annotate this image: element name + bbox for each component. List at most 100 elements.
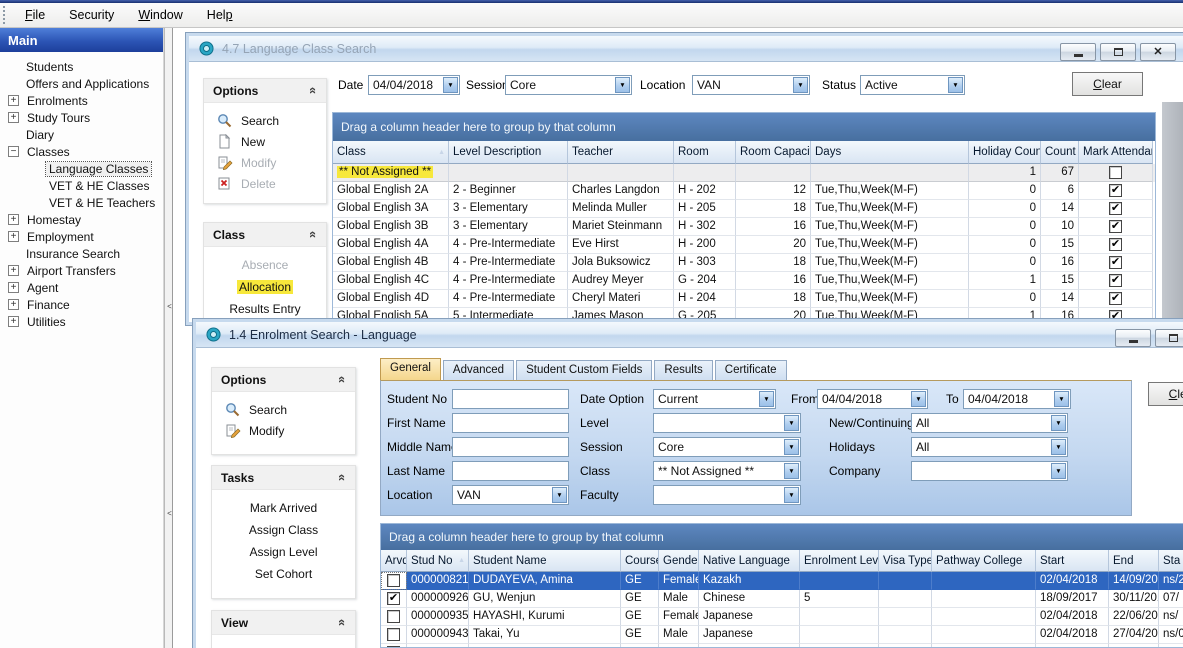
restore-button[interactable] — [1100, 43, 1136, 61]
checkbox-unchecked-icon[interactable] — [1109, 166, 1122, 179]
row-checkbox-cell[interactable]: ✔ — [1079, 254, 1153, 272]
dropdown-arrow-icon[interactable]: ▼ — [784, 463, 799, 479]
column-header-mark-attendar[interactable]: Mark Attendar — [1079, 141, 1153, 164]
company-select[interactable]: ▼ — [911, 461, 1068, 481]
menu-window[interactable]: Window — [130, 5, 190, 25]
checkbox-checked-icon[interactable]: ✔ — [1109, 220, 1122, 233]
column-header-start[interactable]: Start — [1036, 550, 1109, 572]
column-header-room[interactable]: Room — [674, 141, 736, 164]
row-checkbox-cell[interactable]: ✔ — [1079, 272, 1153, 290]
panel-item-absence[interactable]: Absence — [204, 254, 326, 276]
splitter-collapse-icon[interactable]: < — [166, 502, 173, 526]
checkbox-checked-icon[interactable]: ✔ — [1109, 274, 1122, 287]
column-header-end[interactable]: End — [1109, 550, 1159, 572]
expand-icon[interactable]: + — [8, 214, 19, 225]
sidebar-item-airport-transfers[interactable]: +Airport Transfers — [0, 262, 163, 279]
column-header-stud-no[interactable]: Stud No▲ — [407, 550, 469, 572]
options-panel-header[interactable]: Options« — [212, 368, 355, 392]
sidebar-item-classes[interactable]: −Classes — [0, 143, 163, 160]
class-select[interactable]: ** Not Assigned **▼ — [653, 461, 801, 481]
dropdown-arrow-icon[interactable]: ▼ — [1054, 391, 1069, 407]
middle_name-field[interactable] — [452, 437, 569, 457]
checkbox-unchecked-icon[interactable] — [387, 628, 400, 641]
panel-item-search[interactable]: Search — [212, 399, 355, 420]
table-row[interactable]: 0000008213DUDAYEVA, AminaGEFemaleKazakh0… — [381, 572, 1183, 590]
dropdown-arrow-icon[interactable]: ▼ — [784, 487, 799, 503]
column-header-visa-type[interactable]: Visa Type — [879, 550, 932, 572]
table-row[interactable]: Global English 3A3 - ElementaryMelinda M… — [333, 200, 1155, 218]
panel-item-results-entry[interactable]: Results Entry — [204, 298, 326, 320]
panel-item-allocation[interactable]: Allocation — [204, 276, 326, 298]
sidebar-item-finance[interactable]: +Finance — [0, 296, 163, 313]
splitter-collapse-icon[interactable]: < — [166, 295, 173, 319]
dropdown-arrow-icon[interactable]: ▼ — [948, 77, 963, 93]
table-row[interactable]: Global English 4C4 - Pre-IntermediateAud… — [333, 272, 1155, 290]
column-header-student-name[interactable]: Student Name — [469, 550, 621, 572]
table-row[interactable]: 0000009359HAYASHI, KurumiGEFemaleJapanes… — [381, 608, 1183, 626]
view-panel-header[interactable]: View« — [212, 611, 355, 635]
faculty-select[interactable]: ▼ — [653, 485, 801, 505]
collapse-icon[interactable]: − — [8, 146, 19, 157]
sidebar-item-enrolments[interactable]: +Enrolments — [0, 92, 163, 109]
dropdown-arrow-icon[interactable]: ▼ — [443, 77, 458, 93]
column-header-course[interactable]: Course — [621, 550, 659, 572]
date_option-select[interactable]: Current▼ — [653, 389, 776, 409]
panel-item-search[interactable]: Search — [204, 110, 326, 131]
checkbox-unchecked-icon[interactable] — [387, 646, 400, 647]
checkbox-checked-icon[interactable]: ✔ — [1109, 310, 1122, 321]
row-checkbox-cell[interactable] — [1079, 164, 1153, 182]
checkbox-checked-icon[interactable]: ✔ — [1109, 256, 1122, 269]
checkbox-checked-icon[interactable]: ✔ — [387, 592, 400, 605]
column-header-sta[interactable]: Sta — [1159, 550, 1183, 572]
level-select[interactable]: ▼ — [653, 413, 801, 433]
last_name-field[interactable] — [452, 461, 569, 481]
menu-security[interactable]: Security — [61, 5, 122, 25]
expand-icon[interactable]: + — [8, 231, 19, 242]
column-header-days[interactable]: Days — [811, 141, 969, 164]
holidays-select[interactable]: All▼ — [911, 437, 1068, 457]
dropdown-arrow-icon[interactable]: ▼ — [615, 77, 630, 93]
restore-button[interactable] — [1155, 329, 1183, 347]
sidebar-item-vet-he-classes[interactable]: VET & HE Classes — [0, 177, 163, 194]
dropdown-arrow-icon[interactable]: ▼ — [784, 439, 799, 455]
column-header-holiday-count[interactable]: Holiday Count — [969, 141, 1041, 164]
table-row[interactable]: Global English 4A4 - Pre-IntermediateEve… — [333, 236, 1155, 254]
minimize-button[interactable] — [1060, 43, 1096, 61]
table-row[interactable]: ✔0000009262GU, WenjunGEMaleChinese518/09… — [381, 590, 1183, 608]
scrollbar-track[interactable] — [1162, 102, 1183, 322]
sidebar-item-vet-he-teachers[interactable]: VET & HE Teachers — [0, 194, 163, 211]
menu-file[interactable]: File — [17, 5, 53, 25]
sidebar-item-offers-and-applications[interactable]: Offers and Applications — [0, 75, 163, 92]
panel-item-mark-arrived[interactable]: Mark Arrived — [212, 497, 355, 519]
table-row[interactable]: Global English 3B3 - ElementaryMariet St… — [333, 218, 1155, 236]
column-header-room-capacity[interactable]: Room Capacity — [736, 141, 811, 164]
row-checkbox-cell[interactable] — [381, 572, 407, 590]
row-checkbox-cell[interactable]: ✔ — [381, 590, 407, 608]
sidebar-item-diary[interactable]: Diary — [0, 126, 163, 143]
panel-item-assign-class[interactable]: Assign Class — [212, 519, 355, 541]
panel-item-delete[interactable]: Delete — [204, 173, 326, 194]
dropdown-arrow-icon[interactable]: ▼ — [552, 487, 567, 503]
class-panel-header[interactable]: Class« — [204, 223, 326, 247]
checkbox-checked-icon[interactable]: ✔ — [1109, 184, 1122, 197]
sidebar-item-insurance-search[interactable]: Insurance Search — [0, 245, 163, 262]
expand-icon[interactable]: + — [8, 112, 19, 123]
column-header-level-description[interactable]: Level Description — [449, 141, 568, 164]
sidebar-item-students[interactable]: Students — [0, 58, 163, 75]
window1-titlebar[interactable]: 4.7 Language Class Search — [189, 36, 1183, 62]
row-checkbox-cell[interactable]: ✔ — [1079, 290, 1153, 308]
row-checkbox-cell[interactable]: ✔ — [1079, 218, 1153, 236]
dropdown-arrow-icon[interactable]: ▼ — [784, 415, 799, 431]
expand-icon[interactable]: + — [8, 282, 19, 293]
table-row[interactable]: Global English 5A5 - IntermediateJames M… — [333, 308, 1155, 321]
checkbox-checked-icon[interactable]: ✔ — [1109, 202, 1122, 215]
tab-certificate[interactable]: Certificate — [715, 360, 787, 380]
table-row[interactable]: Global English 2A2 - BeginnerCharles Lan… — [333, 182, 1155, 200]
table-row[interactable] — [381, 644, 1183, 647]
location-select[interactable]: VAN▼ — [692, 75, 810, 95]
dropdown-arrow-icon[interactable]: ▼ — [1051, 463, 1066, 479]
column-header-gender[interactable]: Gender — [659, 550, 699, 572]
sidebar-splitter[interactable]: < < — [164, 28, 173, 648]
panel-item-assign-level[interactable]: Assign Level — [212, 541, 355, 563]
dropdown-arrow-icon[interactable]: ▼ — [911, 391, 926, 407]
